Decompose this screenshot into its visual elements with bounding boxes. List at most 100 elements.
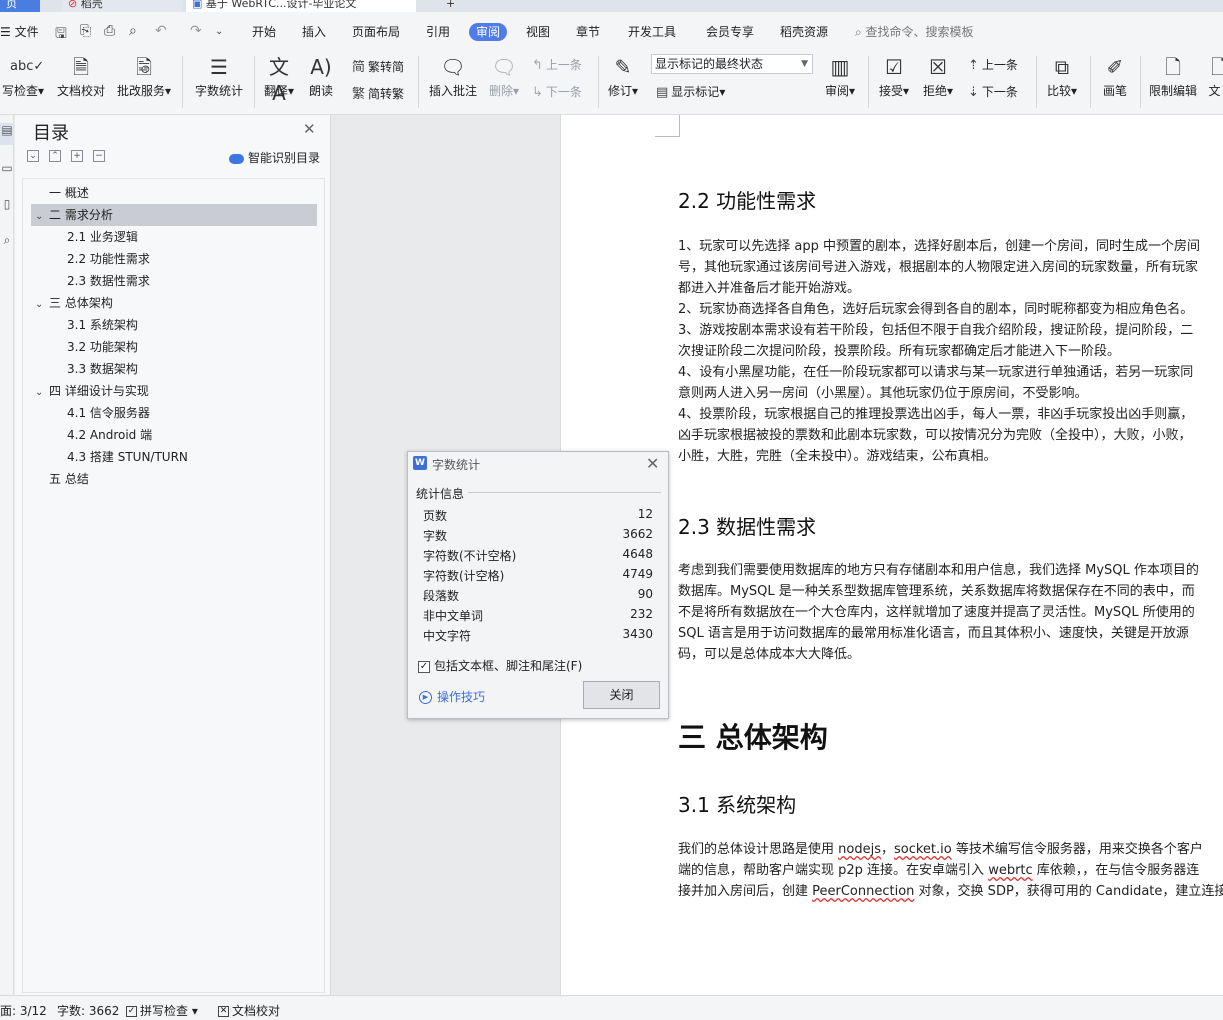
next-comment-button[interactable]: ↳ 下一条 xyxy=(532,83,582,100)
toc-toolbar: ⌄ ⌃ + − xyxy=(27,150,115,164)
doc-permission-button[interactable]: 🗋 文 xyxy=(1206,50,1223,99)
toc-item[interactable]: 4.3 搭建 STUN/TURN xyxy=(67,446,188,468)
menu-start[interactable]: 开始 xyxy=(252,23,276,41)
insert-comment-button[interactable]: 🗨 插入批注 xyxy=(426,50,480,99)
doc-proof-button[interactable]: 🗎 文档校对 xyxy=(54,50,108,99)
spell-error-span[interactable]: socket.io xyxy=(894,842,952,857)
simp-to-trad-button[interactable]: 繁简转繁 xyxy=(352,83,404,102)
delete-comment-icon: 🗨 xyxy=(491,55,517,79)
tips-link[interactable]: ▶ 操作技巧 xyxy=(419,688,485,705)
text-span: 等技术编写信令服务器，用来交换各个客户 xyxy=(951,842,1203,857)
redo-icon[interactable]: ↷ xyxy=(190,23,202,39)
menu-daoke-resources[interactable]: 稻壳资源 xyxy=(780,23,828,41)
tab-daoke[interactable]: ⊘ 稻壳 xyxy=(62,0,182,12)
accept-button[interactable]: ☑ 接受▾ xyxy=(874,50,914,99)
revise-service-button[interactable]: 🗟 批改服务▾ xyxy=(114,50,174,99)
accept-icon: ☑ xyxy=(885,55,903,79)
stat-value: 3430 xyxy=(622,627,653,641)
menu-section[interactable]: 章节 xyxy=(576,23,600,41)
spellcheck-button[interactable]: abc✓ 写检查▾ xyxy=(0,50,46,99)
prev-change-button[interactable]: ⇡ 上一条 xyxy=(968,56,1018,73)
menu-bar: ☰ 文件 🖫 ⎘ ⎙ ⌕ ↶ ↷ ⌄ 开始 插入 页面布局 引用 审阅 视图 章… xyxy=(0,12,1223,50)
toc-item[interactable]: 3.1 系统架构 xyxy=(67,314,138,336)
spellcheck-icon: abc✓ xyxy=(10,59,45,74)
export-pdf-icon[interactable]: ⎘ xyxy=(80,23,91,39)
restrict-edit-button[interactable]: 🗋 限制编辑 xyxy=(1144,50,1202,99)
menu-page-layout[interactable]: 页面布局 xyxy=(352,23,400,41)
track-changes-button[interactable]: ✎ 修订▾ xyxy=(604,50,642,99)
review-pane-button[interactable]: ▥ 审阅▾ xyxy=(820,50,860,99)
chapter-panel-icon[interactable]: ▭ xyxy=(0,161,14,175)
toc-item[interactable]: ⌄ 二 需求分析 xyxy=(31,204,317,226)
read-aloud-button[interactable]: A) 朗读 xyxy=(304,50,338,99)
quick-access-more-icon[interactable]: ⌄ xyxy=(215,26,223,37)
spellcheck-status-label: 拼写检查 xyxy=(140,1004,189,1018)
tab-document[interactable]: ▣ 基于 WebRTC...设计-毕业论文 xyxy=(186,0,416,12)
doc-proof-status[interactable]: ✕ 文档校对 xyxy=(218,1002,280,1019)
print-preview-icon[interactable]: ⌕ xyxy=(129,23,137,39)
save-icon[interactable]: 🖫 xyxy=(55,23,67,47)
toc-item[interactable]: 3.3 数据架构 xyxy=(67,358,138,380)
text-line: 4、设有小黑屋功能，在任一阶段玩家都可以请求与某一玩家进行单独通话，若另一玩家同 xyxy=(678,365,1194,380)
translate-button[interactable]: 文A 翻译▾ xyxy=(260,50,298,105)
collapse-all-icon[interactable]: ⌃ xyxy=(49,150,61,162)
toc-item[interactable]: 2.2 功能性需求 xyxy=(67,248,150,270)
find-panel-icon[interactable]: ⌕ xyxy=(0,233,14,248)
menu-review[interactable]: 审阅 xyxy=(469,23,508,41)
chevron-down-icon: ⌄ xyxy=(35,211,44,222)
markup-state-select[interactable]: 显示标记的最终状态 ▼ xyxy=(651,54,813,74)
prev-comment-button[interactable]: ↰ 上一条 xyxy=(532,56,582,73)
trad-to-simp-button[interactable]: 简繁转简 xyxy=(352,56,404,75)
toc-item[interactable]: 一 概述 xyxy=(35,182,89,204)
toc-item[interactable]: 2.3 数据性需求 xyxy=(67,270,150,292)
dialog-title-bar[interactable]: W 字数统计 ✕ xyxy=(408,452,668,476)
toc-item[interactable]: 4.1 信令服务器 xyxy=(67,402,150,424)
compare-button[interactable]: ⧉ 比较▾ xyxy=(1042,50,1082,99)
tab-home[interactable]: 页 xyxy=(0,0,40,12)
delete-comment-button[interactable]: 🗨 删除▾ xyxy=(486,50,522,99)
page-indicator[interactable]: 面: 3/12 xyxy=(0,1002,47,1019)
menu-view[interactable]: 视图 xyxy=(526,23,550,41)
menu-file[interactable]: ☰ 文件 xyxy=(0,23,39,41)
next-change-button[interactable]: ⇣ 下一条 xyxy=(968,83,1018,100)
undo-icon[interactable]: ↶ xyxy=(155,23,167,39)
new-tab-button[interactable]: + xyxy=(440,0,461,12)
toc-item[interactable]: 2.1 业务逻辑 xyxy=(67,226,138,248)
toc-item[interactable]: 五 总结 xyxy=(49,468,89,490)
toc-item[interactable]: ⌄ 三 总体架构 xyxy=(35,292,113,314)
menu-references[interactable]: 引用 xyxy=(426,23,450,41)
toc-item[interactable]: 4.2 Android 端 xyxy=(67,424,152,446)
toc-item-label: 4.3 搭建 STUN/TURN xyxy=(67,450,188,464)
bookmark-panel-icon[interactable]: ▯ xyxy=(0,197,14,211)
spell-error-span[interactable]: PeerConnection xyxy=(812,884,914,899)
text-span: ， xyxy=(880,842,894,857)
reject-button[interactable]: ☒ 拒绝▾ xyxy=(918,50,958,99)
command-search[interactable]: ⌕ 查找命令、搜索模板 xyxy=(855,23,974,40)
word-count-indicator[interactable]: 字数: 3662 xyxy=(57,1002,119,1019)
menu-developer[interactable]: 开发工具 xyxy=(628,23,676,41)
spell-error-span[interactable]: nodejs xyxy=(838,842,881,857)
wps-writer-icon: W xyxy=(413,456,427,470)
text-line: 4、投票阶段，玩家根据自己的推理投票选出凶手，每人一票，非凶手玩家投出凶手则赢， xyxy=(678,407,1194,422)
print-icon[interactable]: ⎙ xyxy=(104,23,115,39)
show-markup-button[interactable]: ▤ 显示标记▾ xyxy=(656,83,725,100)
add-heading-icon[interactable]: + xyxy=(71,150,83,162)
close-icon[interactable]: ✕ xyxy=(303,120,316,138)
expand-all-icon[interactable]: ⌄ xyxy=(27,150,39,162)
menu-member[interactable]: 会员专享 xyxy=(706,23,754,41)
toc-panel-icon[interactable]: ▤ xyxy=(0,123,14,145)
menu-insert[interactable]: 插入 xyxy=(302,23,326,41)
close-button[interactable]: 关闭 xyxy=(583,681,660,709)
spellcheck-status[interactable]: ✓ 拼写检查 ▾ xyxy=(126,1002,198,1019)
toc-item[interactable]: 3.2 功能架构 xyxy=(67,336,138,358)
include-textbox-checkbox[interactable]: ✓ 包括文本框、脚注和尾注(F) xyxy=(418,657,582,674)
ink-button[interactable]: ✐ 画笔 xyxy=(1096,50,1134,99)
smart-toc-button[interactable]: 智能识别目录 xyxy=(229,149,320,166)
spell-error-span[interactable]: webrtc xyxy=(988,863,1032,878)
remove-heading-icon[interactable]: − xyxy=(93,150,105,162)
word-count-button[interactable]: ☰ 字数统计 xyxy=(190,50,248,99)
chevron-down-icon: ⌄ xyxy=(35,299,44,310)
close-icon[interactable]: ✕ xyxy=(646,454,659,473)
toc-item[interactable]: ⌄ 四 详细设计与实现 xyxy=(35,380,149,402)
stat-label: 字符数(不计空格) xyxy=(423,549,517,563)
